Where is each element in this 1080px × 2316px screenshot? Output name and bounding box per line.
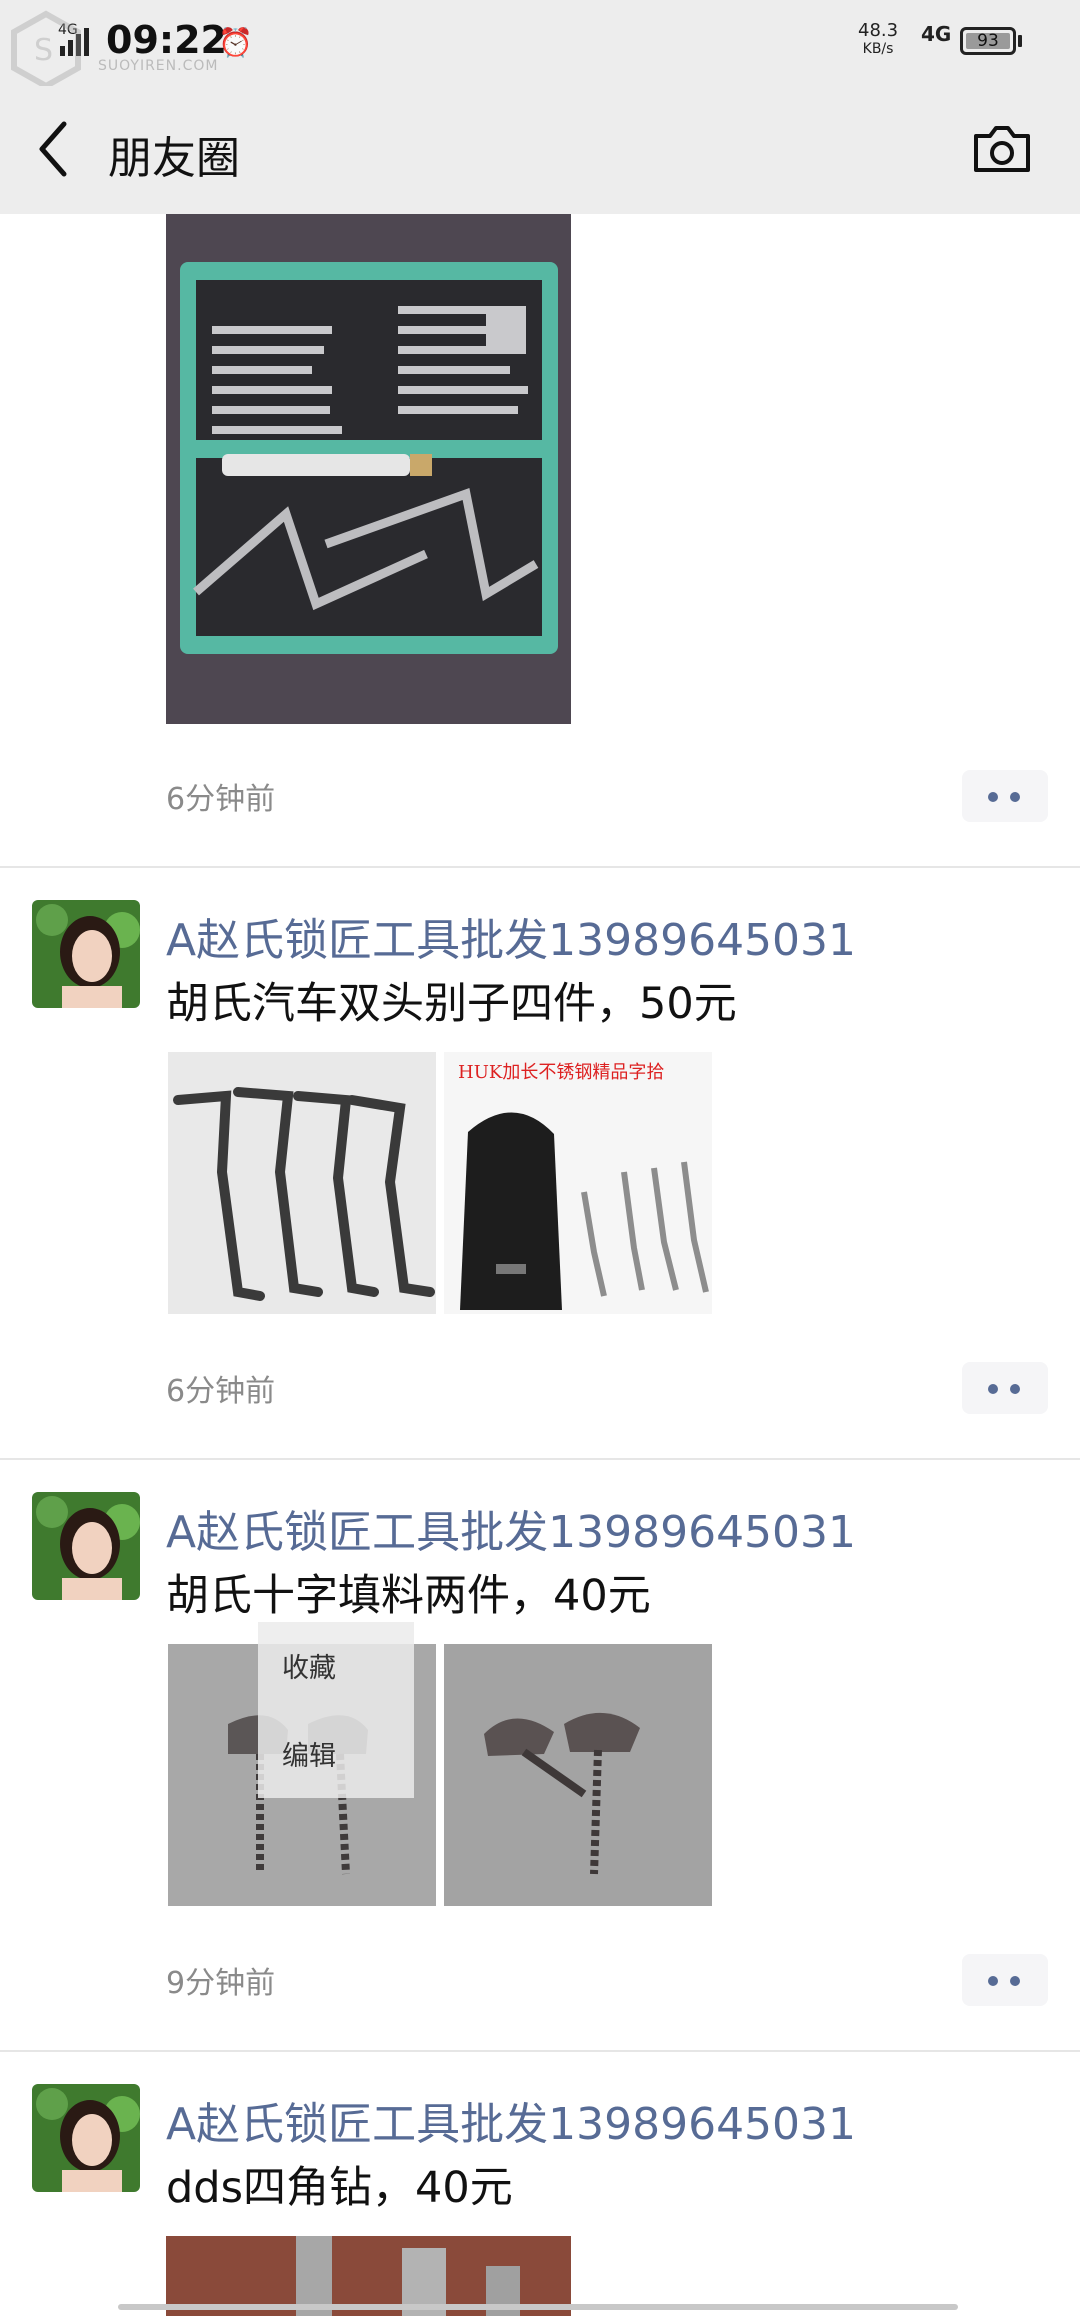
watermark-text: SUOYIREN.COM bbox=[98, 58, 219, 74]
menu-item-favorite[interactable]: 收藏 bbox=[282, 1646, 336, 1685]
status-bar: 4G 09:22 ⏰ 48.3 KB/s 4G 93 S SUOYIREN.CO… bbox=[0, 0, 1080, 90]
camera-icon[interactable] bbox=[970, 120, 1034, 180]
avatar[interactable] bbox=[32, 2084, 140, 2192]
post-text: 胡氏汽车双头别子四件，50元 bbox=[166, 979, 737, 1029]
more-options-button[interactable] bbox=[962, 1954, 1048, 2006]
post-image-tension-wrenches[interactable] bbox=[168, 1052, 436, 1314]
post-username[interactable]: A赵氏锁匠工具批发13989645031 bbox=[166, 1496, 856, 1560]
post-text: dds四角钻，40元 bbox=[166, 2163, 513, 2213]
post-time: 9分钟前 bbox=[166, 1966, 276, 2001]
menu-item-edit[interactable]: 编辑 bbox=[282, 1734, 336, 1773]
post-divider bbox=[0, 866, 1080, 868]
network-type: 4G bbox=[921, 22, 952, 46]
speed-value: 48.3 bbox=[858, 20, 899, 41]
post-divider bbox=[0, 1458, 1080, 1460]
network-speed: 48.3 KB/s bbox=[858, 22, 898, 58]
speed-unit: KB/s bbox=[862, 41, 894, 57]
post-image-cross-keys-2[interactable] bbox=[444, 1644, 712, 1906]
moments-feed[interactable]: 6分钟前 A赵氏锁匠工具批发13989645031 胡氏汽车双头别子四件，50元 bbox=[0, 214, 1080, 2316]
post-text: 胡氏十字填料两件，40元 bbox=[166, 1571, 651, 1621]
avatar[interactable] bbox=[32, 1492, 140, 1600]
more-options-button[interactable] bbox=[962, 770, 1048, 822]
post-image-huk-pouch[interactable]: HUK加长不锈钢精品字拾 bbox=[444, 1052, 712, 1314]
page-title: 朋友圈 bbox=[108, 133, 240, 184]
post-time: 6分钟前 bbox=[166, 1374, 276, 1409]
scroll-indicator bbox=[118, 2304, 958, 2310]
watermark-logo: S bbox=[11, 10, 81, 90]
avatar[interactable] bbox=[32, 900, 140, 1008]
image-caption: HUK加长不锈钢精品字拾 bbox=[458, 1062, 664, 1083]
svg-text:S: S bbox=[34, 33, 53, 68]
battery-icon: 93 bbox=[960, 27, 1016, 55]
post-username[interactable]: A赵氏锁匠工具批发13989645031 bbox=[166, 2088, 856, 2152]
post-image-lockpick-case[interactable] bbox=[166, 214, 571, 724]
nav-bar: 朋友圈 bbox=[0, 86, 1080, 214]
context-menu: 收藏 编辑 bbox=[258, 1622, 414, 1798]
chevron-left-icon[interactable] bbox=[30, 116, 80, 182]
post-time: 6分钟前 bbox=[166, 782, 276, 817]
more-options-button[interactable] bbox=[962, 1362, 1048, 1414]
post-username[interactable]: A赵氏锁匠工具批发13989645031 bbox=[166, 904, 856, 968]
battery-level: 93 bbox=[977, 31, 999, 51]
post-divider bbox=[0, 2050, 1080, 2052]
